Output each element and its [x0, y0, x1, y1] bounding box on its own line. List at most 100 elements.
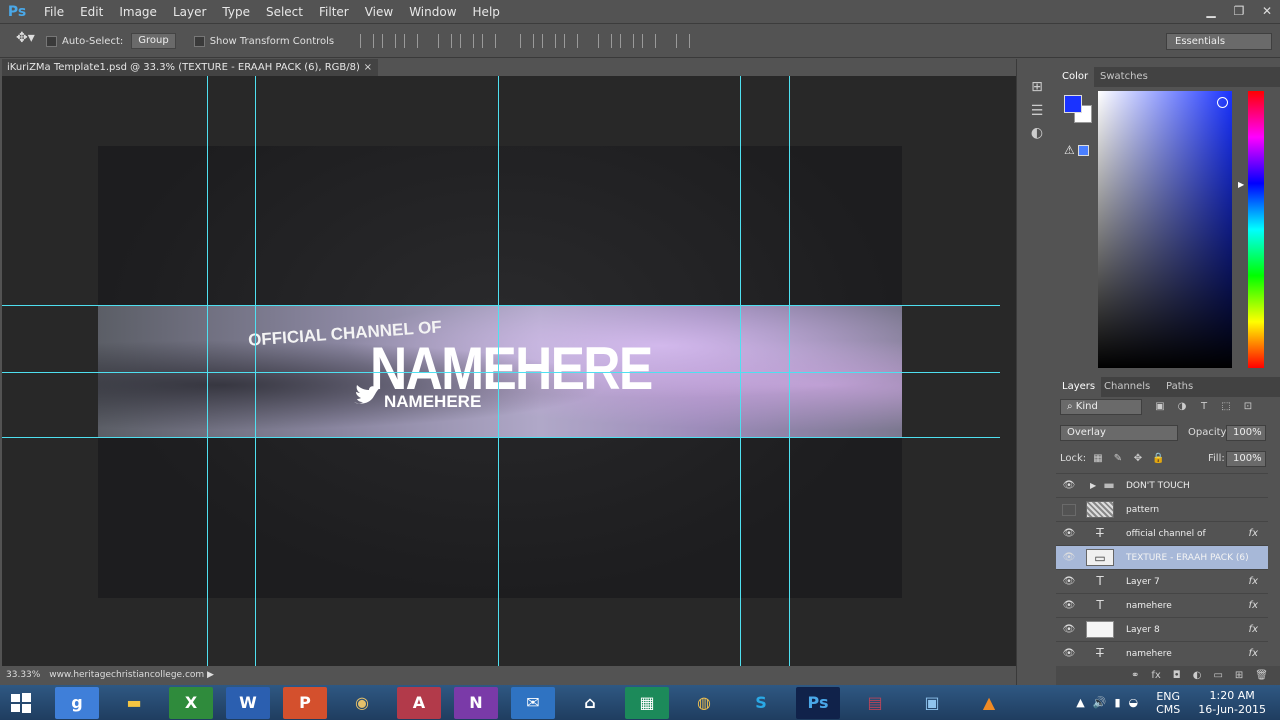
distribute-vcenter-icon[interactable]	[542, 34, 557, 48]
windows-start-icon[interactable]	[0, 687, 42, 719]
menu-layer[interactable]: Layer	[165, 0, 214, 24]
tab-color[interactable]: Color	[1056, 67, 1095, 87]
distribute-left-icon[interactable]	[598, 34, 613, 48]
new-layer-icon[interactable]: ⊞	[1235, 670, 1243, 681]
guide-vertical[interactable]	[255, 76, 256, 666]
distribute-top-icon[interactable]	[520, 34, 535, 48]
auto-align-icon[interactable]	[676, 34, 691, 48]
layer-row[interactable]: 👁 ▭ TEXTURE - ERAAH PACK (6)	[1056, 545, 1268, 569]
gamut-warning-icon[interactable]: ⚠	[1064, 143, 1075, 157]
layer-row[interactable]: 👁 T̶ official channel of fx	[1056, 521, 1268, 545]
align-hcenter-icon[interactable]	[460, 34, 475, 48]
delete-layer-icon[interactable]: 🗑	[1255, 670, 1268, 681]
add-mask-icon[interactable]: ◘	[1173, 670, 1181, 681]
blend-mode-dropdown[interactable]: Overlay	[1060, 425, 1178, 441]
lock-transparent-icon[interactable]: ▦	[1092, 453, 1104, 465]
tab-swatches[interactable]: Swatches	[1094, 67, 1154, 87]
restore-button[interactable]: ❐	[1230, 2, 1248, 20]
expand-arrow-icon[interactable]: ▶	[1090, 474, 1096, 498]
lock-image-icon[interactable]: ✎	[1112, 453, 1124, 465]
color-picker-cursor[interactable]	[1217, 97, 1228, 108]
filter-shape-icon[interactable]: ⬚	[1220, 401, 1232, 413]
distribute-bottom-icon[interactable]	[564, 34, 579, 48]
menu-window[interactable]: Window	[401, 0, 464, 24]
canvas-area[interactable]: OFFICIAL CHANNEL OF NAMEHERE NAMEHERE	[2, 76, 1016, 666]
eye-icon[interactable]: 👁	[1062, 648, 1076, 660]
layer-effects-icon[interactable]: fx	[1249, 570, 1258, 594]
access-icon[interactable]: A	[397, 686, 441, 719]
layer-row[interactable]: pattern	[1056, 497, 1268, 521]
folder-icon[interactable]: ▬	[112, 687, 156, 719]
distribute-hcenter-icon[interactable]	[620, 34, 635, 48]
guide-vertical[interactable]	[740, 76, 741, 666]
eye-icon[interactable]: 👁	[1062, 528, 1076, 540]
status-menu-arrow-icon[interactable]: ▶	[207, 666, 214, 684]
websafe-color-swatch[interactable]	[1078, 145, 1089, 156]
guide-vertical[interactable]	[789, 76, 790, 666]
layer-filter-dropdown[interactable]: ⌕ Kind	[1060, 399, 1142, 415]
auto-select-dropdown[interactable]: Group	[131, 33, 176, 49]
tab-channels[interactable]: Channels	[1098, 377, 1156, 397]
color-saturation-field[interactable]	[1098, 91, 1232, 368]
vlc-icon[interactable]: ▲	[967, 687, 1011, 719]
lock-all-icon[interactable]: 🔒	[1152, 453, 1164, 465]
layer-row[interactable]: 👁 ▶ ▬ DON'T TOUCH	[1056, 473, 1268, 497]
network-icon[interactable]: ▣	[910, 687, 954, 719]
photoshop-taskbar-icon[interactable]: Ps	[796, 686, 840, 719]
language-indicator[interactable]: ENG CMS	[1156, 690, 1180, 716]
layer-row[interactable]: 👁 T Layer 7 fx	[1056, 569, 1268, 593]
tab-layers[interactable]: Layers	[1056, 377, 1102, 397]
move-tool-icon[interactable]: ✥▾	[16, 30, 46, 52]
clock[interactable]: 1:20 AM 16-Jun-2015	[1198, 689, 1266, 717]
guide-horizontal[interactable]	[2, 372, 1000, 373]
layer-row[interactable]: 👁 Tnamehere fx	[1056, 593, 1268, 617]
layer-style-icon[interactable]: fx	[1151, 670, 1160, 681]
excel-icon[interactable]: X	[169, 686, 213, 719]
publisher-icon[interactable]: ▦	[625, 686, 669, 719]
layer-effects-icon[interactable]: fx	[1249, 522, 1258, 546]
winrar-icon[interactable]: ▤	[853, 687, 897, 719]
minimize-button[interactable]: ▁	[1202, 2, 1220, 20]
guide-vertical[interactable]	[498, 76, 499, 666]
onenote-icon[interactable]: N	[454, 686, 498, 719]
close-tab-icon[interactable]: ×	[364, 59, 372, 76]
menu-type[interactable]: Type	[214, 0, 258, 24]
eye-icon[interactable]: 👁	[1062, 552, 1076, 564]
eye-icon[interactable]: 👁	[1062, 600, 1076, 612]
menu-select[interactable]: Select	[258, 0, 311, 24]
properties-icon[interactable]: ☰	[1027, 103, 1047, 123]
align-left-icon[interactable]	[438, 34, 453, 48]
link-layers-icon[interactable]: ⚭	[1131, 670, 1139, 681]
filter-type-icon[interactable]: T	[1198, 401, 1210, 413]
layer-effects-icon[interactable]: fx	[1249, 642, 1258, 665]
align-bottom-icon[interactable]	[404, 34, 419, 48]
hue-slider[interactable]	[1248, 91, 1264, 368]
powerpoint-icon[interactable]: P	[283, 686, 327, 719]
menu-view[interactable]: View	[357, 0, 401, 24]
align-top-icon[interactable]	[360, 34, 375, 48]
distribute-right-icon[interactable]	[642, 34, 657, 48]
layer-row[interactable]: 👁 T̶ namehere fx	[1056, 641, 1268, 665]
zoom-level[interactable]: 33.33%	[6, 670, 40, 680]
menu-image[interactable]: Image	[111, 0, 165, 24]
lock-position-icon[interactable]: ✥	[1132, 453, 1144, 465]
adjustments-icon[interactable]: ◐	[1027, 125, 1047, 145]
workspace-dropdown[interactable]: Essentials	[1166, 33, 1272, 50]
volume-icon[interactable]: 🔊	[1093, 696, 1107, 709]
filter-pixel-icon[interactable]: ▣	[1154, 401, 1166, 413]
close-button[interactable]: ✕	[1258, 2, 1276, 20]
hidden-eye-icon[interactable]	[1062, 504, 1076, 516]
align-right-icon[interactable]	[482, 34, 497, 48]
guide-horizontal[interactable]	[2, 305, 1000, 306]
auto-select-checkbox[interactable]	[46, 35, 57, 47]
google-search-icon[interactable]: g	[55, 686, 99, 719]
menu-edit[interactable]: Edit	[72, 0, 111, 24]
fill-field[interactable]: 100%	[1226, 451, 1266, 467]
tab-paths[interactable]: Paths	[1160, 377, 1199, 397]
opacity-field[interactable]: 100%	[1226, 425, 1266, 441]
wifi-icon[interactable]: ◒	[1129, 696, 1139, 709]
layer-effects-icon[interactable]: fx	[1249, 594, 1258, 618]
adjustment-layer-icon[interactable]: ◐	[1193, 670, 1202, 681]
skype-icon[interactable]: S	[739, 687, 783, 719]
history-icon[interactable]: ⊞	[1027, 79, 1047, 99]
